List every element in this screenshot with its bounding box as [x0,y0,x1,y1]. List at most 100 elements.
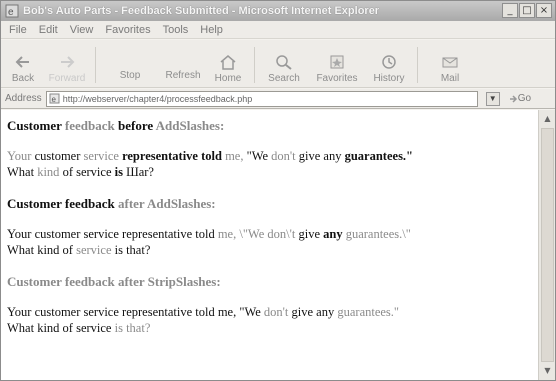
feedback-text: What kind of service [7,321,115,335]
svg-text:e: e [8,7,14,18]
heading-text: Customer [7,118,65,133]
menu-view[interactable]: View [70,24,94,36]
maximize-button[interactable]: □ [519,3,535,18]
feedback-before-addslashes: Your customer service representative tol… [7,148,530,180]
go-arrow-icon [509,94,517,103]
feedback-text: service [83,149,119,163]
feedback-text: Your customer service representative tol… [7,227,218,241]
stop-button[interactable]: Stop [100,43,160,87]
address-url: http://webserver/chapter4/processfeedbac… [62,93,253,104]
favorites-icon [330,55,344,69]
history-label: History [373,73,405,84]
heading-before-addslashes: Customer feedback before AddSlashes: [7,118,530,134]
feedback-text: give [295,227,324,241]
title-bar: e Bob's Auto Parts - Feedback Submitted … [1,1,555,21]
address-input[interactable]: e http://webserver/chapter4/processfeedb… [45,90,478,107]
mail-label: Mail [440,73,460,84]
toolbar: Back Forward Stop Refresh Home Search Fa… [1,40,555,88]
search-icon [276,55,292,70]
feedback-text: is that? [114,321,151,335]
ie-logo-icon: e [5,4,19,18]
heading-after-stripslashes: Customer feedback after StripSlashes: [7,274,530,290]
svg-text:e: e [51,95,56,104]
back-icon [15,56,29,68]
heading-text: before [114,118,156,133]
feedback-text: service [76,243,112,257]
back-label: Back [11,73,35,84]
mail-button[interactable]: Mail [422,43,478,87]
feedback-text: customer [31,149,84,163]
stop-label: Stop [119,70,141,81]
scroll-thumb[interactable] [541,128,554,362]
feedback-text: don't [263,305,289,319]
feedback-text: Шar? [122,165,154,179]
menu-help[interactable]: Help [200,24,223,36]
feedback-text: What kind of [7,243,77,257]
menu-file[interactable]: File [9,24,27,36]
refresh-label: Refresh [165,70,201,81]
history-icon [382,55,396,69]
heading-after-addslashes: Customer feedback after AddSlashes: [7,196,530,212]
refresh-button[interactable]: Refresh [160,43,206,87]
forward-button[interactable]: Forward [43,43,91,87]
heading-text: Customer feedback after StripSlashes: [7,274,221,289]
feedback-text: Your customer service representative tol… [7,305,264,319]
menu-edit[interactable]: Edit [39,24,58,36]
favorites-label: Favorites [316,73,358,84]
feedback-text: representative told [118,149,226,163]
feedback-after-stripslashes: Your customer service representative tol… [7,304,530,336]
home-button[interactable]: Home [206,43,250,87]
favorites-button[interactable]: Favorites [309,43,365,87]
heading-text: Customer feedback [7,196,118,211]
toolbar-separator [95,47,96,83]
heading-text: after AddSlashes: [117,196,216,211]
feedback-text: me, [225,149,244,163]
scroll-down-arrow-icon[interactable]: ▼ [540,363,555,379]
menu-tools[interactable]: Tools [163,24,189,36]
forward-icon [61,56,75,68]
page-icon: e [49,93,60,104]
feedback-text: Your [7,149,32,163]
window-title: Bob's Auto Parts - Feedback Submitted - … [23,5,380,17]
address-label: Address [5,93,42,104]
scroll-up-arrow-icon[interactable]: ▲ [540,111,555,127]
feedback-text: guarantees.\" [342,227,411,241]
heading-text: AddSlashes: [155,118,225,133]
history-button[interactable]: History [365,43,413,87]
feedback-text: is [114,165,123,179]
feedback-after-addslashes: Your customer service representative tol… [7,226,530,258]
feedback-text: give any [295,149,345,163]
feedback-text: What [7,165,38,179]
mail-icon [442,57,458,68]
window-controls: _ □ × [502,3,552,18]
close-button[interactable]: × [536,3,552,18]
feedback-text: of service [59,165,115,179]
heading-text: feedback [64,118,115,133]
go-button[interactable]: Go [508,93,531,104]
address-bar: Address e http://webserver/chapter4/proc… [1,89,555,109]
feedback-text: give any [288,305,338,319]
forward-label: Forward [48,73,86,84]
browser-window: e Bob's Auto Parts - Feedback Submitted … [0,0,556,381]
search-label: Search [268,73,300,84]
minimize-button[interactable]: _ [502,3,518,18]
feedback-text: is that? [111,243,151,257]
feedback-text: me, \"We don\'t [217,227,296,241]
feedback-text: kind [37,165,60,179]
back-button[interactable]: Back [3,43,43,87]
go-label: Go [517,93,532,104]
feedback-text: guarantees." [337,305,400,319]
feedback-text: guarantees." [344,149,413,163]
toolbar-separator [417,47,418,83]
address-dropdown-button[interactable]: ▼ [485,91,500,106]
home-icon [220,55,236,70]
page-content: Customer feedback before AddSlashes: You… [1,110,538,380]
menu-bar: File Edit View Favorites Tools Help [1,21,555,39]
toolbar-separator [254,47,255,83]
feedback-text: any [323,227,343,241]
feedback-text: don't [271,149,296,163]
search-button[interactable]: Search [259,43,309,87]
vertical-scrollbar[interactable]: ▲ ▼ [538,110,555,380]
menu-favorites[interactable]: Favorites [105,24,150,36]
home-label: Home [214,73,242,84]
